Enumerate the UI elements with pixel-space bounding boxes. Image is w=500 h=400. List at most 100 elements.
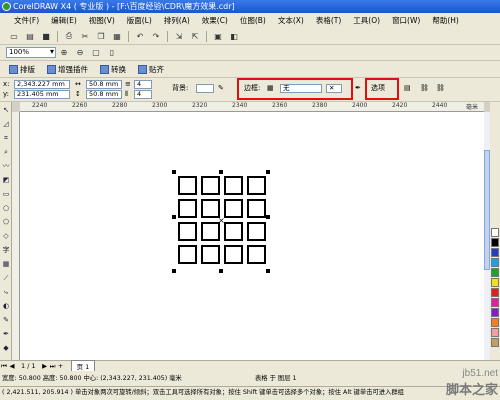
menu-view[interactable]: 视图(V): [83, 13, 121, 28]
menu-layout[interactable]: 版面(L): [121, 13, 158, 28]
menu-effects[interactable]: 效果(C): [196, 13, 234, 28]
menu-arrange[interactable]: 排列(A): [158, 13, 196, 28]
color-swatch-blue[interactable]: [491, 248, 499, 257]
color-swatch-orange[interactable]: [491, 318, 499, 327]
polygon-tool-icon[interactable]: ⬠: [1, 217, 11, 227]
table-cell[interactable]: [224, 199, 243, 218]
selection-handle[interactable]: [266, 170, 270, 174]
table-cell[interactable]: [247, 245, 266, 264]
menu-file[interactable]: 文件(F): [8, 13, 45, 28]
selection-handle[interactable]: [219, 269, 223, 273]
tab-enhance-plugin[interactable]: 增强插件: [44, 64, 91, 75]
paste-icon[interactable]: ▦: [111, 30, 123, 42]
color-swatch-tan[interactable]: [491, 338, 499, 347]
color-swatch-yellow[interactable]: [491, 278, 499, 287]
selection-handle[interactable]: [172, 215, 176, 219]
table-cell[interactable]: [178, 176, 197, 195]
table-cell[interactable]: [178, 222, 197, 241]
table-cell[interactable]: [247, 199, 266, 218]
menu-tools[interactable]: 工具(O): [347, 13, 386, 28]
table-cell[interactable]: [224, 222, 243, 241]
text-tool-icon[interactable]: 字: [1, 245, 11, 255]
menu-text[interactable]: 文本(X): [272, 13, 310, 28]
zoom-out-icon[interactable]: ⊖: [74, 47, 86, 59]
table-cell[interactable]: [201, 245, 220, 264]
color-swatch-purple[interactable]: [491, 308, 499, 317]
color-swatch-black[interactable]: [491, 238, 499, 247]
export-icon[interactable]: ⇱: [189, 30, 201, 42]
text-wrap-icon[interactable]: ▤: [404, 84, 411, 93]
pen-icon[interactable]: ✒: [355, 84, 361, 93]
save-icon[interactable]: ■: [40, 30, 52, 42]
table-cell[interactable]: [224, 245, 243, 264]
welcome-icon[interactable]: ◧: [228, 30, 240, 42]
color-swatch-green[interactable]: [491, 268, 499, 277]
table-tool-icon[interactable]: ▦: [1, 259, 11, 269]
menu-table[interactable]: 表格(T): [310, 13, 347, 28]
horizontal-ruler[interactable]: 2240 2260 2280 2300 2320 2340 2360 2380 …: [20, 102, 484, 112]
last-page-icon[interactable]: ⏭: [49, 362, 57, 371]
import-icon[interactable]: ⇲: [173, 30, 185, 42]
selection-handle[interactable]: [172, 269, 176, 273]
options-button[interactable]: 选项: [371, 84, 385, 93]
menu-help[interactable]: 帮助(H): [426, 13, 465, 28]
add-page-icon[interactable]: +: [57, 362, 65, 370]
crop-tool-icon[interactable]: ⌗: [1, 133, 11, 143]
next-page-icon[interactable]: ▶: [41, 362, 49, 370]
border-grid-icon[interactable]: ▦: [267, 84, 274, 93]
tab-convert[interactable]: 转换: [97, 64, 129, 75]
y-position-field[interactable]: 231.405 mm: [14, 90, 70, 99]
blend-tool-icon[interactable]: ◐: [1, 301, 11, 311]
page-view-icon[interactable]: ▯: [106, 47, 118, 59]
tab-snap[interactable]: 贴齐: [135, 64, 167, 75]
rows-spinner[interactable]: 4: [134, 80, 152, 89]
selection-handle[interactable]: [219, 170, 223, 174]
menu-bitmaps[interactable]: 位图(B): [234, 13, 272, 28]
border-color-select[interactable]: ✕: [326, 84, 342, 93]
freehand-tool-icon[interactable]: 〰: [1, 161, 11, 171]
zoom-in-icon[interactable]: ⊕: [58, 47, 70, 59]
copy-icon[interactable]: ❐: [95, 30, 107, 42]
basic-shapes-icon[interactable]: ◇: [1, 231, 11, 241]
edit-fill-icon[interactable]: ✎: [218, 84, 224, 93]
background-color-select[interactable]: [196, 84, 214, 93]
table-cell[interactable]: [224, 176, 243, 195]
table-cell[interactable]: [247, 176, 266, 195]
connector-tool-icon[interactable]: ⤷: [1, 287, 11, 297]
app-launcher-icon[interactable]: ▣: [212, 30, 224, 42]
redo-icon[interactable]: ↷: [150, 30, 162, 42]
vertical-ruler[interactable]: [12, 112, 20, 360]
height-field[interactable]: 50.8 mm: [86, 90, 122, 99]
color-swatch-magenta[interactable]: [491, 298, 499, 307]
first-page-icon[interactable]: ⏮: [0, 362, 8, 371]
dimension-tool-icon[interactable]: ⟋: [1, 273, 11, 283]
color-swatch-white[interactable]: [491, 228, 499, 237]
x-position-field[interactable]: 2,343.227 mm: [14, 80, 70, 89]
color-swatch-cyan[interactable]: [491, 258, 499, 267]
table-cell[interactable]: [178, 245, 197, 264]
cut-icon[interactable]: ✂: [79, 30, 91, 42]
prev-page-icon[interactable]: ◀: [8, 362, 16, 370]
view-mode-icon[interactable]: ▢: [90, 47, 102, 59]
menu-edit[interactable]: 编辑(E): [45, 13, 83, 28]
smart-fill-icon[interactable]: ◩: [1, 175, 11, 185]
color-swatch-red[interactable]: [491, 288, 499, 297]
pick-tool-icon[interactable]: ↖: [1, 105, 11, 115]
selection-handle[interactable]: [266, 269, 270, 273]
undo-icon[interactable]: ↶: [134, 30, 146, 42]
table-cell[interactable]: [247, 222, 266, 241]
ellipse-tool-icon[interactable]: ○: [1, 203, 11, 213]
width-field[interactable]: 50.8 mm: [86, 80, 122, 89]
open-folder-icon[interactable]: ▤: [24, 30, 36, 42]
outline-pen-icon[interactable]: ✒: [1, 329, 11, 339]
color-swatch-pink[interactable]: [491, 328, 499, 337]
border-width-select[interactable]: 无: [280, 84, 322, 93]
selection-handle[interactable]: [172, 170, 176, 174]
rectangle-tool-icon[interactable]: ▭: [1, 189, 11, 199]
tab-layout[interactable]: 排版: [6, 64, 38, 75]
table-cell[interactable]: [201, 176, 220, 195]
selection-handle[interactable]: [266, 215, 270, 219]
table-cell[interactable]: [178, 199, 197, 218]
eyedropper-icon[interactable]: ✎: [1, 315, 11, 325]
fill-tool-icon[interactable]: ◆: [1, 343, 11, 353]
